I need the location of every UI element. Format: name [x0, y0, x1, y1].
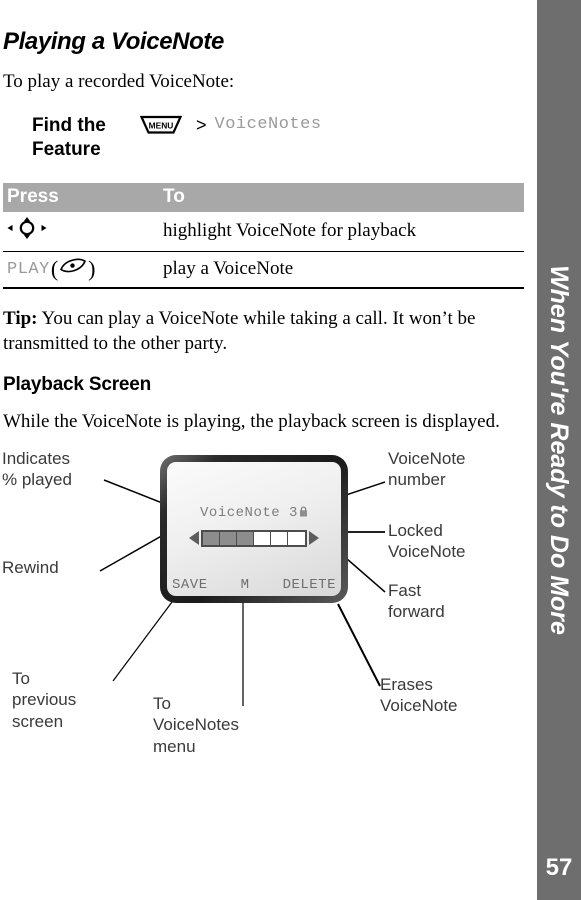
callout-erases-voicenote: Erases VoiceNote [380, 674, 458, 716]
playback-screen-figure: Indicates % played Rewind To previous sc… [0, 444, 537, 804]
progress-segment [237, 531, 254, 545]
progress-segment [220, 531, 237, 545]
callout-locked-voicenote: Locked VoiceNote [388, 520, 466, 562]
progress-segment [203, 531, 220, 545]
path-item-voicenotes: VoiceNotes [214, 114, 322, 134]
find-the-feature-label: Find the Feature [32, 114, 106, 160]
rewind-triangle-icon[interactable] [189, 531, 199, 546]
softkey-bar: SAVE M DELETE [167, 577, 341, 593]
page-content: Playing a VoiceNote To play a recorded V… [0, 0, 527, 804]
page-title: Playing a VoiceNote [3, 28, 224, 55]
press-cell-navigation-key [3, 212, 159, 253]
section-heading-playback-screen: Playback Screen [3, 373, 152, 395]
paren-close: ) [88, 256, 96, 282]
fast-forward-triangle-icon[interactable] [309, 531, 319, 546]
phone-display: VoiceNote 3 SAVE M DELETE [167, 461, 341, 596]
chapter-title: When You're Ready to Do More [545, 265, 573, 635]
press-cell-play-key: PLAY ( ) [3, 251, 159, 290]
callout-fast-forward: Fast forward [388, 580, 445, 622]
callout-to-previous-screen: To previous screen [12, 668, 77, 732]
softkey-left-save[interactable]: SAVE [172, 577, 208, 593]
find-the-feature-path: MENU > VoiceNotes [140, 114, 322, 162]
softkey-right-delete[interactable]: DELETE [283, 577, 336, 593]
chapter-side-tab: When You're Ready to Do More 57 [537, 0, 581, 900]
callout-indicates-percent-played: Indicates % played [2, 448, 72, 490]
play-key-label: PLAY [7, 259, 50, 279]
padlock-icon [299, 506, 308, 522]
callout-rewind: Rewind [2, 557, 59, 577]
menu-key-icon: MENU [140, 115, 182, 134]
find-the-feature-block: Find the Feature MENU > VoiceNotes [0, 94, 527, 162]
path-separator: > [196, 114, 207, 135]
press-to-table: Press To highlight VoiceNote for playbac… [3, 183, 524, 290]
progress-segment [254, 531, 271, 545]
column-header-to: To [159, 183, 524, 213]
display-voicenote-title-text: VoiceNote 3 [200, 504, 298, 521]
page-number: 57 [545, 854, 573, 881]
softkey-center-menu[interactable]: M [241, 577, 250, 593]
phone-device: VoiceNote 3 SAVE M DELETE [160, 454, 348, 603]
callout-to-voicenotes-menu: To VoiceNotes menu [153, 693, 239, 757]
callout-voicenote-number: VoiceNote number [388, 448, 466, 490]
progress-segment [288, 532, 305, 545]
column-header-press: Press [3, 183, 159, 213]
playback-progress-row [167, 529, 341, 547]
soft-key-icon [59, 257, 87, 281]
table-row: PLAY ( ) play a VoiceNote [3, 251, 524, 290]
progress-segment [271, 531, 288, 545]
table-header-row: Press To [3, 183, 524, 213]
paren-open: ( [50, 256, 59, 282]
tip-label: Tip: [3, 308, 38, 330]
navigation-key-icon [7, 217, 47, 244]
tip-text: You can play a VoiceNote while taking a … [3, 308, 476, 354]
to-cell: highlight VoiceNote for playback [159, 212, 524, 253]
intro-text: To play a recorded VoiceNote: [3, 71, 235, 92]
playback-progress-bar [201, 529, 307, 547]
table-row: highlight VoiceNote for playback [3, 212, 524, 253]
svg-text:MENU: MENU [149, 120, 174, 130]
display-voicenote-title: VoiceNote 3 [167, 505, 341, 522]
playback-description: While the VoiceNote is playing, the play… [3, 410, 500, 432]
to-cell: play a VoiceNote [159, 251, 524, 290]
tip-paragraph: Tip: You can play a VoiceNote while taki… [0, 289, 503, 356]
